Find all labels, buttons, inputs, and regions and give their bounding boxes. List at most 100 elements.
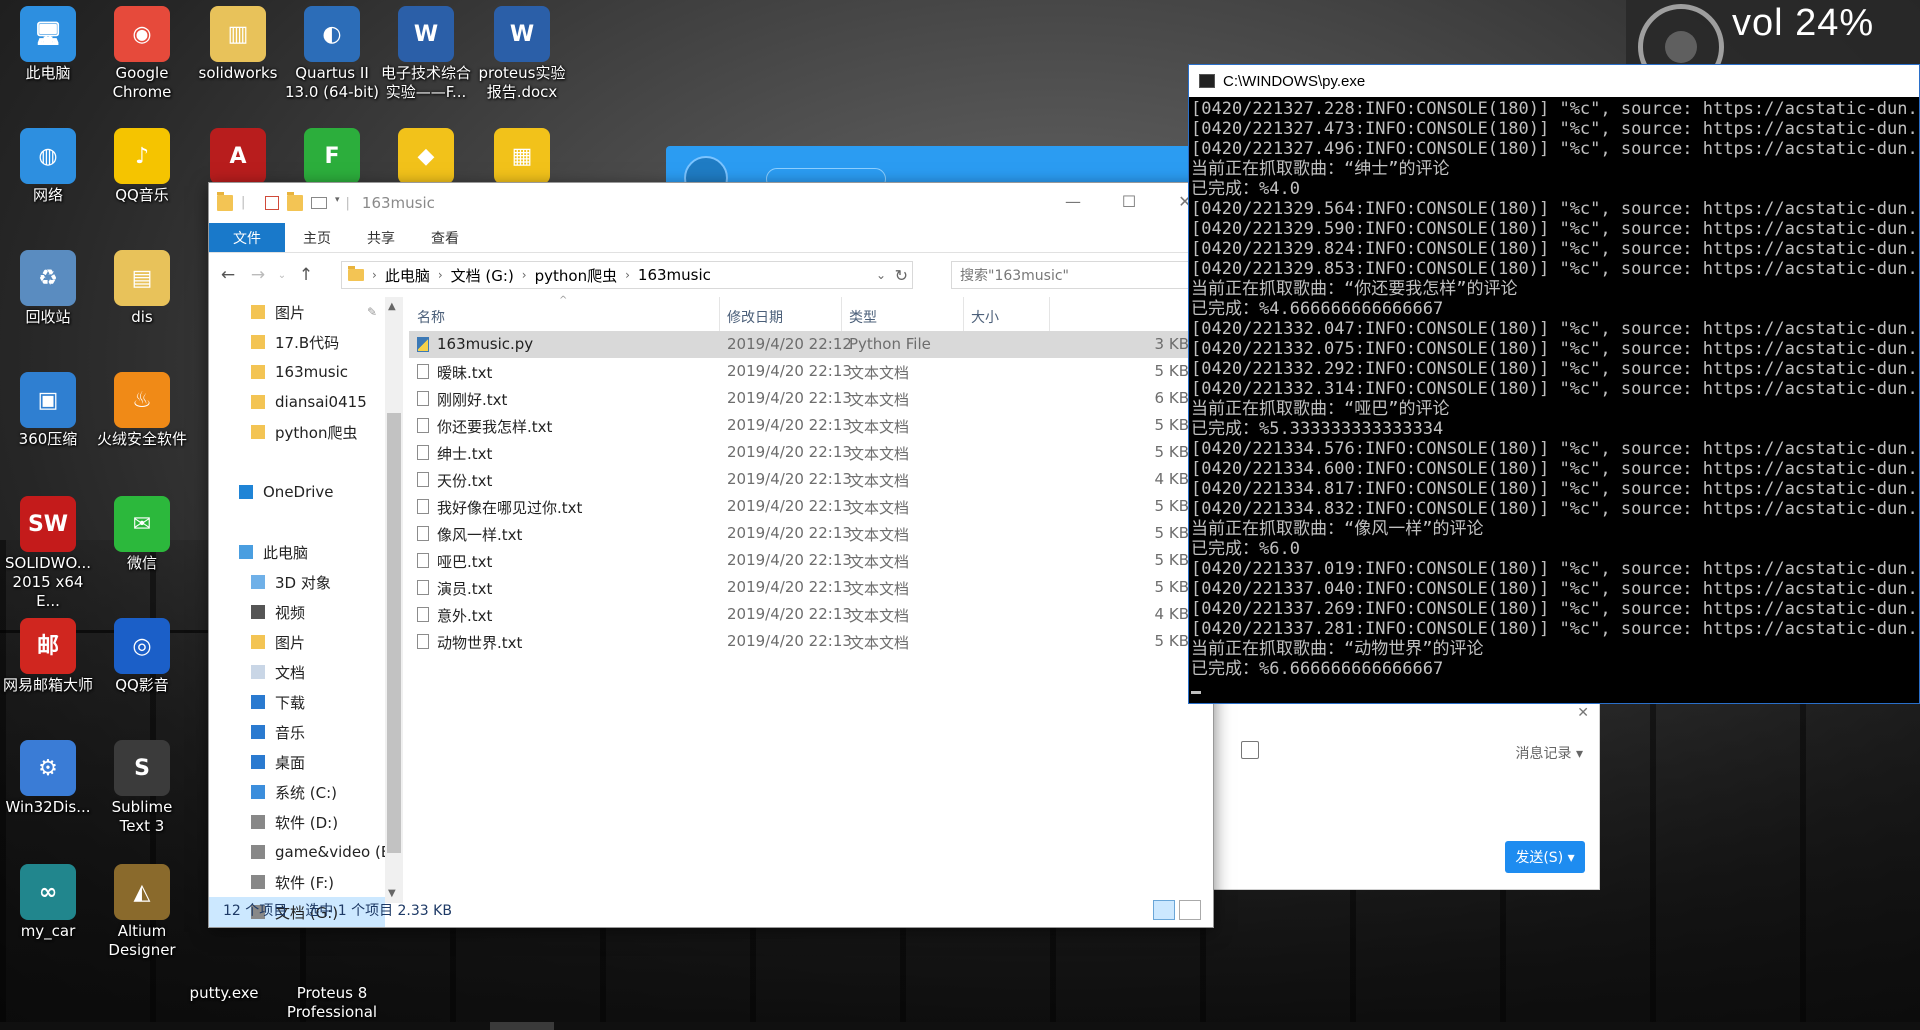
- pin-icon[interactable]: ✎: [367, 305, 377, 319]
- nav-scrollbar[interactable]: ▲ ▼: [385, 297, 403, 903]
- desktop-icon[interactable]: 邮网易邮箱大师: [0, 618, 96, 695]
- desktop-icon[interactable]: ∞ my_car: [0, 864, 96, 941]
- nav-item[interactable]: 视频: [209, 597, 385, 627]
- nav-item[interactable]: 下载: [209, 687, 385, 717]
- desktop-icon[interactable]: 🖥 此电脑: [0, 6, 96, 83]
- desktop-icon[interactable]: Wproteus实验 报告.docx: [474, 6, 570, 102]
- chevron-right-icon[interactable]: ›: [522, 268, 527, 282]
- column-size[interactable]: 大小: [971, 307, 999, 327]
- desktop-icon[interactable]: Proteus 8 Professional: [284, 926, 380, 1022]
- desktop-icon[interactable]: ♻ 回收站: [0, 250, 96, 327]
- nav-item[interactable]: 桌面: [209, 747, 385, 777]
- nav-item[interactable]: 音乐: [209, 717, 385, 747]
- nav-item[interactable]: 图片 ✎: [209, 297, 385, 327]
- back-arrow-icon[interactable]: ←: [215, 265, 241, 285]
- chevron-right-icon[interactable]: ›: [625, 268, 630, 282]
- table-row[interactable]: 意外.txt 2019/4/20 22:13 文本文档 4 KB: [409, 601, 1199, 628]
- scroll-up-icon[interactable]: ▲: [388, 301, 396, 312]
- send-button[interactable]: 发送(S) ▾: [1505, 841, 1585, 873]
- new-folder-icon[interactable]: [287, 192, 303, 211]
- minimize-button[interactable]: —: [1045, 183, 1101, 219]
- nav-item[interactable]: 文档: [209, 657, 385, 687]
- breadcrumb-drive-g[interactable]: 文档 (G:): [451, 265, 514, 286]
- table-row[interactable]: 暧昧.txt 2019/4/20 22:13 文本文档 5 KB: [409, 358, 1199, 385]
- desktop-icon[interactable]: ◎ QQ影音: [94, 618, 190, 695]
- nav-item[interactable]: 3D 对象: [209, 567, 385, 597]
- desktop-icon[interactable]: putty.exe: [176, 926, 272, 1003]
- desktop-icon[interactable]: ▥ solidworks: [190, 6, 286, 83]
- desktop-icon[interactable]: ⚙ Win32Dis...: [0, 740, 96, 817]
- desktop-icon[interactable]: ◐ Quartus II 13.0 (64-bit): [284, 6, 380, 102]
- chevron-right-icon[interactable]: ›: [438, 268, 443, 282]
- nav-item[interactable]: python爬虫: [209, 417, 385, 447]
- tab-view[interactable]: 查看: [413, 223, 477, 252]
- table-row[interactable]: 绅士.txt 2019/4/20 22:13 文本文档 5 KB: [409, 439, 1199, 466]
- message-history-button[interactable]: 消息记录 ▾: [1516, 743, 1583, 763]
- column-type[interactable]: 类型: [849, 307, 877, 327]
- desktop-icon[interactable]: ◍ 网络: [0, 128, 96, 205]
- nav-item[interactable]: 软件 (D:): [209, 807, 385, 837]
- table-row[interactable]: 刚刚好.txt 2019/4/20 22:13 文本文档 6 KB: [409, 385, 1199, 412]
- recent-chevron-icon[interactable]: ⌄: [275, 270, 289, 281]
- nav-item[interactable]: 此电脑: [209, 537, 385, 567]
- qq-window-header[interactable]: [666, 146, 1196, 200]
- desktop-icon[interactable]: ▦: [474, 128, 570, 186]
- calendar-icon[interactable]: [1241, 741, 1259, 759]
- desktop-icon[interactable]: A: [190, 128, 286, 186]
- table-row[interactable]: 163music.py 2019/4/20 22:12 Python File 3 K…: [409, 331, 1199, 358]
- tab-home[interactable]: 主页: [285, 223, 349, 252]
- desktop-icon[interactable]: ✉ 微信: [94, 496, 190, 573]
- chevron-down-icon[interactable]: ⌄: [876, 268, 886, 282]
- column-date[interactable]: 修改日期: [727, 307, 783, 327]
- desktop-icon[interactable]: ◆: [378, 128, 474, 186]
- table-row[interactable]: 哑巴.txt 2019/4/20 22:13 文本文档 5 KB: [409, 547, 1199, 574]
- properties-icon[interactable]: [265, 196, 279, 210]
- column-name[interactable]: 名称: [417, 307, 445, 327]
- desktop-icon[interactable]: S Sublime Text 3: [94, 740, 190, 836]
- nav-item[interactable]: OneDrive: [209, 477, 385, 507]
- desktop-icon[interactable]: ♨ 火绒安全软件: [94, 372, 190, 449]
- breadcrumb-this-pc[interactable]: 此电脑: [385, 265, 430, 286]
- desktop-icon[interactable]: ♪ QQ音乐: [94, 128, 190, 205]
- refresh-icon[interactable]: ↻: [895, 266, 908, 285]
- table-row[interactable]: 我好像在哪见过你.txt 2019/4/20 22:13 文本文档 5 KB: [409, 493, 1199, 520]
- maximize-button[interactable]: ☐: [1101, 183, 1157, 219]
- chevron-right-icon[interactable]: ›: [372, 268, 377, 282]
- table-row[interactable]: 天份.txt 2019/4/20 22:13 文本文档 4 KB: [409, 466, 1199, 493]
- nav-item[interactable]: diansai0415: [209, 387, 385, 417]
- breadcrumb-python[interactable]: python爬虫: [535, 265, 617, 286]
- breadcrumb-163music[interactable]: 163music: [638, 266, 711, 284]
- details-view-icon[interactable]: [1153, 900, 1175, 920]
- nav-item[interactable]: 17.B代码: [209, 327, 385, 357]
- explorer-titlebar[interactable]: | ▾ | 163music — ☐ ✕: [209, 183, 1213, 223]
- up-arrow-icon[interactable]: ↑: [293, 265, 319, 285]
- large-icons-view-icon[interactable]: [1179, 900, 1201, 920]
- nav-item[interactable]: 系统 (C:): [209, 777, 385, 807]
- chevron-down-icon[interactable]: ▾: [335, 195, 340, 211]
- desktop-icon[interactable]: SW SOLIDWO... 2015 x64 E...: [0, 496, 96, 611]
- desktop-icon[interactable]: W 电子技术综合 实验——F...: [378, 6, 474, 102]
- divider[interactable]: [963, 297, 964, 331]
- table-row[interactable]: 像风一样.txt 2019/4/20 22:13 文本文档 5 KB: [409, 520, 1199, 547]
- address-bar[interactable]: › 此电脑 › 文档 (G:) › python爬虫 › 163music ⌄ …: [341, 261, 913, 289]
- table-row[interactable]: 你还要我怎样.txt 2019/4/20 22:13 文本文档 5 KB: [409, 412, 1199, 439]
- console-titlebar[interactable]: C:\WINDOWS\py.exe: [1189, 65, 1919, 97]
- desktop-icon[interactable]: ◉ Google Chrome: [94, 6, 190, 102]
- divider[interactable]: [719, 297, 720, 331]
- desktop-icon[interactable]: F: [284, 128, 380, 186]
- divider[interactable]: [1049, 297, 1050, 331]
- rename-icon[interactable]: [311, 197, 327, 209]
- divider[interactable]: [841, 297, 842, 331]
- table-row[interactable]: 演员.txt 2019/4/20 22:13 文本文档 5 KB: [409, 574, 1199, 601]
- nav-item[interactable]: game&video (E: [209, 837, 385, 867]
- scroll-thumb[interactable]: [387, 413, 401, 853]
- taskbar-item[interactable]: [490, 1022, 554, 1030]
- desktop-icon[interactable]: ▤ dis: [94, 250, 190, 327]
- nav-item[interactable]: 图片: [209, 627, 385, 657]
- desktop-icon[interactable]: ▣ 360压缩: [0, 372, 96, 449]
- nav-item[interactable]: 163music: [209, 357, 385, 387]
- tab-share[interactable]: 共享: [349, 223, 413, 252]
- console-output[interactable]: [0420/221327.228:INFO:CONSOLE(180)] "%c"…: [1189, 97, 1919, 703]
- search-input[interactable]: 搜索"163music": [951, 261, 1201, 289]
- forward-arrow-icon[interactable]: →: [245, 265, 271, 285]
